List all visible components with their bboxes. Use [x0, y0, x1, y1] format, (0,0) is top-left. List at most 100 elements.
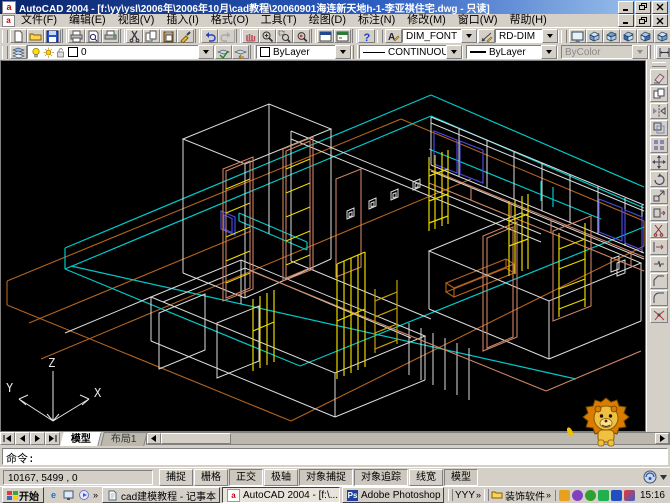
menu-format[interactable]: 格式(O) [205, 14, 255, 27]
linetype-dropdown[interactable] [446, 45, 462, 59]
tab-prev-button[interactable] [15, 432, 30, 445]
text-style-dropdown[interactable] [461, 29, 477, 43]
text-style-icon[interactable]: A [385, 29, 402, 43]
tray-icon-6[interactable] [624, 490, 635, 501]
menu-view[interactable]: 视图(V) [112, 14, 161, 27]
tray-icon-5[interactable] [611, 490, 622, 501]
pan-button[interactable] [242, 29, 259, 43]
doc-minimize-button[interactable] [618, 14, 634, 27]
toggle-grid[interactable]: 栅格 [194, 469, 228, 486]
layer-on-bulb-icon[interactable] [31, 47, 41, 58]
tab-last-button[interactable] [45, 432, 60, 445]
linear-dimension-button[interactable] [656, 45, 670, 59]
toggle-otrack[interactable]: 对象追踪 [354, 469, 408, 486]
internet-explorer-icon[interactable]: e [47, 489, 60, 502]
stretch-button[interactable] [650, 205, 668, 221]
dim-style-dropdown[interactable] [542, 29, 558, 43]
view-right-icon[interactable] [637, 29, 654, 43]
linetype-combo[interactable]: CONTINUOUS [359, 45, 463, 59]
help-button[interactable]: ? [358, 29, 375, 43]
doc-close-button[interactable] [652, 14, 668, 27]
toggle-lineweight[interactable]: 线宽 [409, 469, 443, 486]
make-object-layer-current-button[interactable] [215, 45, 232, 59]
menu-draw[interactable]: 绘图(D) [303, 14, 352, 27]
explode-button[interactable] [650, 307, 668, 323]
communication-center-icon[interactable] [643, 470, 657, 484]
zoom-realtime-button[interactable] [259, 29, 276, 43]
toggle-osnap[interactable]: 对象捕捉 [299, 469, 353, 486]
erase-button[interactable] [650, 69, 668, 85]
scroll-right-button[interactable] [655, 433, 669, 444]
extend-button[interactable] [650, 239, 668, 255]
designcenter-button[interactable] [334, 29, 351, 43]
zoom-window-button[interactable] [276, 29, 293, 43]
start-button[interactable]: 开始 [2, 487, 44, 503]
minimize-button[interactable] [618, 1, 634, 14]
move-button[interactable] [650, 154, 668, 170]
menu-edit[interactable]: 编辑(E) [63, 14, 112, 27]
rotate-button[interactable] [650, 171, 668, 187]
paste-button[interactable] [160, 29, 177, 43]
scale-button[interactable] [650, 188, 668, 204]
cut-button[interactable] [126, 29, 143, 43]
layer-combo[interactable]: 0 [27, 45, 215, 59]
toggle-model[interactable]: 模型 [444, 469, 478, 486]
toggle-snap[interactable]: 捕捉 [159, 469, 193, 486]
tab-first-button[interactable] [0, 432, 15, 445]
toolbar-yyy-overflow[interactable]: » [475, 490, 482, 500]
copy-button[interactable] [143, 29, 160, 43]
copy-object-button[interactable] [650, 86, 668, 102]
tab-next-button[interactable] [30, 432, 45, 445]
new-button[interactable] [10, 29, 27, 43]
menu-insert[interactable]: 插入(I) [160, 14, 204, 27]
chamfer-button[interactable] [650, 273, 668, 289]
menu-help[interactable]: 帮助(H) [504, 14, 553, 27]
tray-icon-1[interactable] [559, 490, 570, 501]
horizontal-scrollbar[interactable] [146, 432, 670, 445]
media-player-icon[interactable] [77, 489, 90, 502]
menu-dimension[interactable]: 标注(N) [352, 14, 401, 27]
lineweight-dropdown[interactable] [541, 45, 557, 59]
toggle-polar[interactable]: 极轴 [264, 469, 298, 486]
properties-palette-button[interactable] [317, 29, 334, 43]
close-button[interactable] [652, 1, 668, 14]
zoom-previous-button[interactable] [293, 29, 310, 43]
drawing-viewport[interactable]: Z Y X [0, 60, 646, 432]
tray-icon-2[interactable] [572, 490, 583, 501]
doc-restore-button[interactable] [635, 14, 651, 27]
toolbar-decor-label[interactable]: 装饰软件 [505, 488, 545, 503]
restore-button[interactable] [635, 1, 651, 14]
task-autocad[interactable]: a AutoCAD 2004 - [f:\... [222, 487, 340, 503]
autocad-app-icon[interactable]: a [2, 1, 16, 14]
task-photoshop[interactable]: Ps Adobe Photoshop [342, 487, 444, 503]
tray-icon-4[interactable] [598, 490, 609, 501]
tab-model[interactable]: 模型 [60, 432, 101, 446]
break-button[interactable] [650, 256, 668, 272]
layer-dropdown[interactable] [198, 45, 214, 59]
toolbar-yyy-label[interactable]: YYY [455, 490, 475, 501]
menu-file[interactable]: 文件(F) [15, 14, 63, 27]
layer-unlock-icon[interactable] [56, 47, 65, 58]
open-button[interactable] [27, 29, 44, 43]
view-top-icon[interactable] [586, 29, 603, 43]
named-views-icon[interactable] [569, 29, 586, 43]
save-button[interactable] [44, 29, 61, 43]
tab-layout1[interactable]: 布局1 [100, 432, 147, 446]
print-button[interactable] [68, 29, 85, 43]
dim-style-icon[interactable] [478, 29, 495, 43]
dim-style-combo[interactable]: RD-DIM [495, 29, 559, 43]
toggle-ortho[interactable]: 正交 [229, 469, 263, 486]
mirror-button[interactable] [650, 103, 668, 119]
scrollbar-thumb[interactable] [161, 433, 231, 444]
view-front-icon[interactable] [654, 29, 670, 43]
task-notepad[interactable]: cad建模教程 - 记事本 [102, 487, 220, 503]
print-preview-button[interactable] [85, 29, 102, 43]
color-dropdown[interactable] [335, 45, 351, 59]
menu-tools[interactable]: 工具(T) [255, 14, 303, 27]
offset-button[interactable] [650, 120, 668, 136]
command-input[interactable]: 命令: [2, 448, 668, 465]
view-bottom-icon[interactable] [603, 29, 620, 43]
view-left-icon[interactable] [620, 29, 637, 43]
undo-button[interactable] [201, 29, 218, 43]
quick-launch-overflow[interactable]: » [92, 490, 99, 500]
